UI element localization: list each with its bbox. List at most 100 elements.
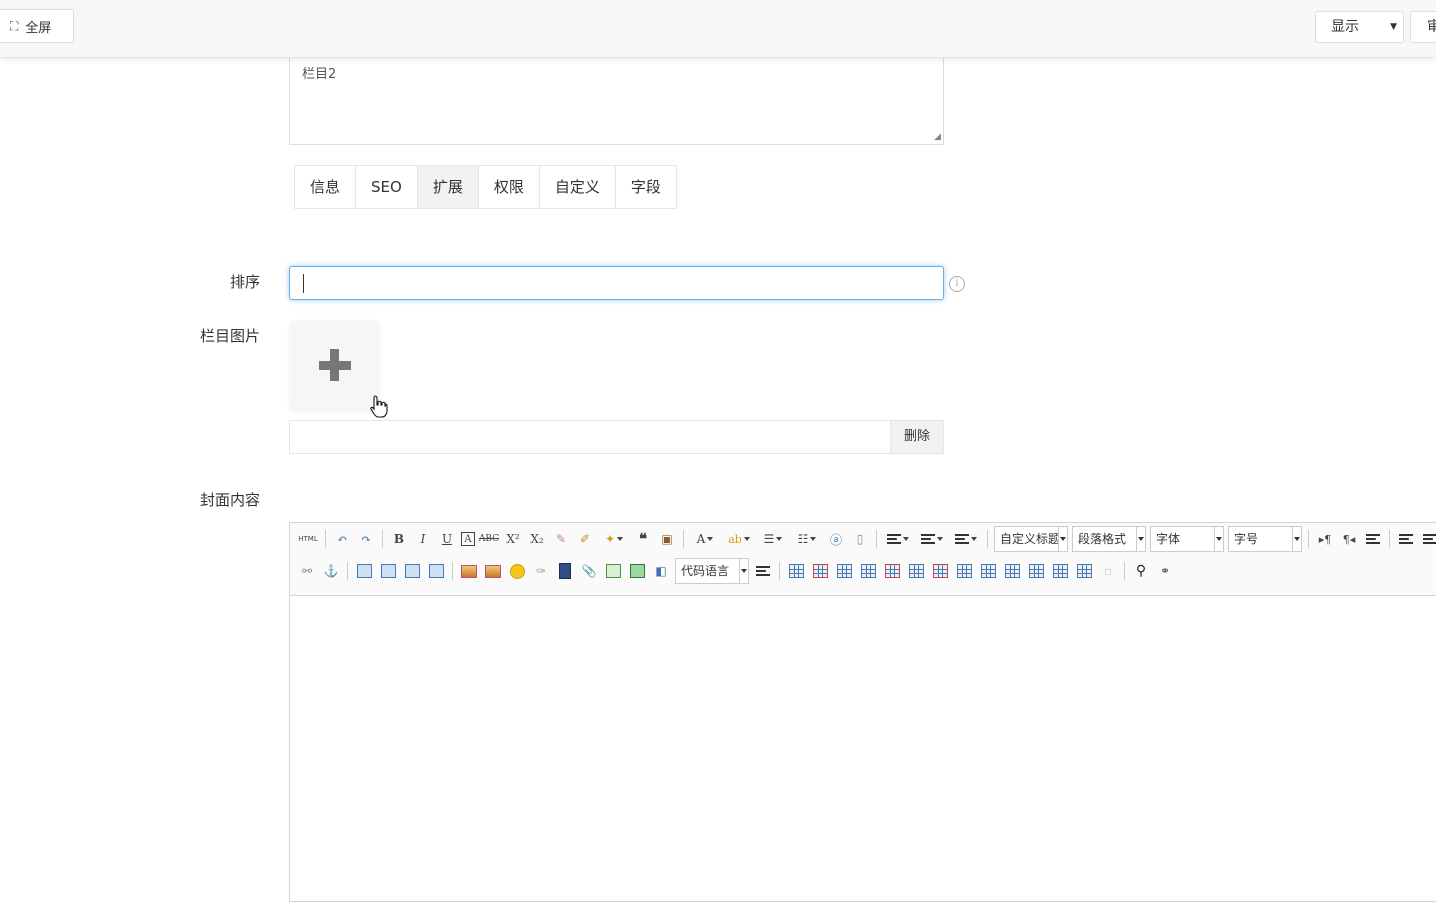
insert-image-icon[interactable]	[483, 561, 503, 581]
delete-col-icon[interactable]	[930, 561, 950, 581]
resize-grip-icon[interactable]: ◢	[934, 133, 941, 142]
review-button-label: 审	[1427, 19, 1436, 35]
ordered-list-icon[interactable]: ☰	[758, 529, 788, 549]
separator	[1124, 562, 1125, 580]
split-rows-icon[interactable]	[1050, 561, 1070, 581]
code-language-select-value: 代码语言	[681, 564, 730, 578]
paste-text-icon[interactable]: ▣	[657, 529, 677, 549]
italic-icon[interactable]: I	[413, 529, 433, 549]
description-textarea[interactable]: 栏目2 ◢	[289, 52, 944, 145]
row-spacing-bottom-icon[interactable]	[917, 529, 947, 549]
unordered-list-icon[interactable]: ☷	[792, 529, 822, 549]
tab-custom[interactable]: 自定义	[539, 166, 616, 208]
scrawl-icon[interactable]: ✑	[531, 561, 551, 581]
ltr-icon[interactable]: ▸¶	[1315, 529, 1335, 549]
font-border-icon[interactable]: A	[461, 532, 475, 546]
insert-col-icon[interactable]	[906, 561, 926, 581]
line-height-icon[interactable]	[951, 529, 981, 549]
review-button[interactable]: 审	[1410, 11, 1436, 43]
tab-seo[interactable]: SEO	[356, 166, 418, 208]
separator	[779, 562, 780, 580]
image-center-icon[interactable]	[426, 561, 446, 581]
image-label: 栏目图片	[199, 327, 260, 345]
chevron-down-icon	[1136, 527, 1145, 551]
split-cols-icon[interactable]	[1074, 561, 1094, 581]
unlink-icon[interactable]: ⚯	[297, 561, 317, 581]
link-icon[interactable]: ⚭	[1155, 561, 1175, 581]
custom-title-select[interactable]: 自定义标题	[994, 526, 1068, 552]
merge-right-icon[interactable]	[978, 561, 998, 581]
blockquote-icon[interactable]: ❝	[633, 529, 653, 549]
fullscreen-button[interactable]: ⛶ 全屏	[0, 9, 74, 43]
insert-frame-icon[interactable]: ◧	[651, 561, 671, 581]
select-all-icon[interactable]: ⓐ	[826, 529, 846, 549]
tab-info[interactable]: 信息	[295, 166, 357, 208]
row-spacing-top-icon[interactable]	[883, 529, 913, 549]
underline-icon[interactable]: U	[437, 529, 457, 549]
subscript-icon[interactable]: X₂	[527, 529, 547, 549]
display-select[interactable]: 显示 ▼	[1315, 11, 1404, 43]
rtl-icon[interactable]: ¶◂	[1339, 529, 1359, 549]
merge-cells-icon[interactable]	[954, 561, 974, 581]
separator	[683, 530, 684, 548]
simple-upload-icon[interactable]	[459, 561, 479, 581]
font-family-select[interactable]: 字体	[1150, 526, 1224, 552]
print-icon[interactable]: ▫	[1098, 561, 1118, 581]
info-icon[interactable]: i	[949, 276, 965, 292]
superscript-icon[interactable]: X²	[503, 529, 523, 549]
align-left-icon[interactable]	[1396, 529, 1416, 549]
split-cells-icon[interactable]	[1026, 561, 1046, 581]
background-color-icon[interactable]: ab	[724, 529, 754, 549]
undo-icon[interactable]: ↶	[332, 529, 352, 549]
auto-format-icon[interactable]: ✦	[599, 529, 629, 549]
anchor-icon[interactable]: ⚓	[321, 561, 341, 581]
emotion-icon[interactable]	[507, 561, 527, 581]
bold-icon[interactable]: B	[389, 529, 409, 549]
textarea-value: 栏目2	[302, 67, 337, 82]
gmap-icon[interactable]	[627, 561, 647, 581]
delete-row-icon[interactable]	[882, 561, 902, 581]
align-center-icon[interactable]	[1420, 529, 1436, 549]
format-brush-icon[interactable]: ✐	[575, 529, 595, 549]
image-left-icon[interactable]	[378, 561, 398, 581]
eraser-icon[interactable]: ✎	[551, 529, 571, 549]
sort-input[interactable]	[289, 266, 944, 300]
sort-label: 排序	[229, 273, 260, 291]
delete-table-icon[interactable]	[810, 561, 830, 581]
separator	[382, 530, 383, 548]
merge-down-icon[interactable]	[1002, 561, 1022, 581]
display-select-value: 显示	[1331, 19, 1359, 35]
image-path-input[interactable]	[289, 420, 891, 454]
paragraph-format-select[interactable]: 段落格式	[1072, 526, 1146, 552]
tab-permission[interactable]: 权限	[478, 166, 540, 208]
paragraph-format-select-value: 段落格式	[1078, 532, 1127, 546]
separator	[987, 530, 988, 548]
tab-fields[interactable]: 字段	[615, 166, 676, 208]
attachment-icon[interactable]: 📎	[579, 561, 599, 581]
html-source-button[interactable]: HTML	[297, 529, 319, 549]
image-upload-button[interactable]	[290, 321, 379, 410]
tab-extension[interactable]: 扩展	[417, 166, 479, 208]
strikethrough-icon[interactable]: ABC	[479, 529, 499, 549]
delete-button[interactable]: 删除	[890, 420, 944, 454]
font-size-select[interactable]: 字号	[1228, 526, 1302, 552]
indent-icon[interactable]	[1363, 529, 1383, 549]
image-none-icon[interactable]	[354, 561, 374, 581]
code-language-select[interactable]: 代码语言	[675, 558, 749, 584]
redo-icon[interactable]: ↷	[356, 529, 376, 549]
editor-content-area[interactable]	[290, 596, 1436, 896]
insert-caption-icon[interactable]	[834, 561, 854, 581]
clear-doc-icon[interactable]: ▯	[850, 529, 870, 549]
image-right-icon[interactable]	[402, 561, 422, 581]
search-replace-icon[interactable]: ⚲	[1131, 561, 1151, 581]
insert-table-icon[interactable]	[786, 561, 806, 581]
insert-video-icon[interactable]	[555, 561, 575, 581]
toolbar-row-2: ⚯ ⚓ ✑ 📎 ◧ 代码语言 ▫ ⚲ ⚭	[295, 558, 1177, 584]
rich-text-editor: HTML ↶ ↷ B I U A ABC X² X₂ ✎ ✐ ✦ ❝ ▣ A a…	[289, 522, 1436, 902]
custom-title-select-value: 自定义标题	[1000, 532, 1061, 546]
insert-row-icon[interactable]	[858, 561, 878, 581]
page-break-icon[interactable]	[753, 561, 773, 581]
map-icon[interactable]	[603, 561, 623, 581]
top-bar: ⛶ 全屏 显示 ▼ 审	[0, 0, 1436, 58]
font-color-icon[interactable]: A	[690, 529, 720, 549]
